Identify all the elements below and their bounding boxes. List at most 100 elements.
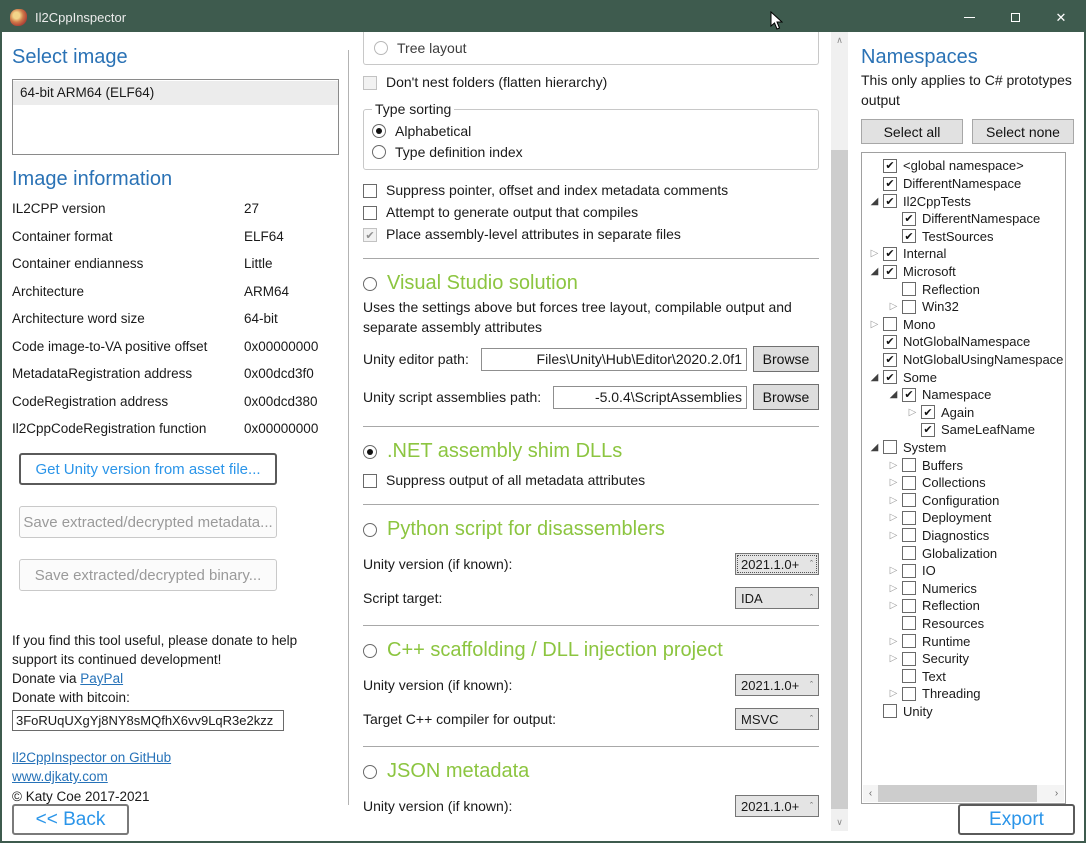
website-link[interactable]: www.djkaty.com [12,769,108,784]
scroll-down-icon[interactable]: ∨ [831,814,848,831]
namespace-tree-item[interactable]: Collections [862,474,1065,492]
namespace-tree-item[interactable]: Threading [862,685,1065,703]
tree-expander-icon[interactable] [885,600,902,611]
tree-checkbox[interactable] [902,528,916,542]
select-all-button[interactable]: Select all [861,119,963,144]
tree-checkbox[interactable] [883,265,897,279]
image-listbox[interactable]: 64-bit ARM64 (ELF64) [12,79,339,155]
tree-expander-icon[interactable] [885,565,902,576]
python-unity-version-select[interactable]: 2021.1.0+ ˆ︎ [735,553,819,575]
tree-checkbox[interactable] [902,634,916,648]
vertical-scrollbar[interactable]: ∧ ∨ [831,32,848,831]
get-unity-version-button[interactable]: Get Unity version from asset file... [19,453,277,485]
hscrollbar-thumb[interactable] [878,785,1037,802]
select-none-button[interactable]: Select none [972,119,1074,144]
tree-checkbox[interactable] [902,652,916,666]
tree-expander-icon[interactable] [885,653,902,664]
maximize-button[interactable] [992,2,1038,32]
tree-expander-icon[interactable] [885,495,902,506]
json-unity-version-select[interactable]: 2021.1.0+ ˆ︎ [735,795,819,817]
alphabetical-radio[interactable] [372,124,386,138]
bitcoin-address-input[interactable] [12,710,284,731]
tree-expander-icon[interactable] [885,389,902,400]
namespace-tree-item[interactable]: Some [862,368,1065,386]
namespace-tree-item[interactable]: System [862,439,1065,457]
namespace-tree-item[interactable]: SameLeafName [862,421,1065,439]
scroll-left-icon[interactable]: ‹ [863,788,878,799]
tree-expander-icon[interactable] [885,301,902,312]
namespace-tree-item[interactable]: Diagnostics [862,527,1065,545]
tree-checkbox[interactable] [883,353,897,367]
browse-editor-path-button[interactable]: Browse [753,346,819,372]
tree-checkbox[interactable] [883,335,897,349]
namespace-tree-item[interactable]: DifferentNamespace [862,210,1065,228]
namespace-tree-item[interactable]: Text [862,667,1065,685]
namespace-tree-item[interactable]: Deployment [862,509,1065,527]
tree-checkbox[interactable] [902,546,916,560]
minimize-button[interactable] [946,2,992,32]
save-binary-button[interactable]: Save extracted/decrypted binary... [19,559,277,591]
cpp-compiler-select[interactable]: MSVC ˆ︎ [735,708,819,730]
namespace-tree-item[interactable]: Buffers [862,456,1065,474]
tree-expander-icon[interactable] [885,688,902,699]
cpp-unity-version-select[interactable]: 2021.1.0+ ˆ︎ [735,674,819,696]
tree-checkbox[interactable] [902,669,916,683]
tree-checkbox[interactable] [902,599,916,613]
tree-expander-icon[interactable] [866,372,883,383]
namespace-tree-item[interactable]: Globalization [862,544,1065,562]
close-button[interactable]: ✕ [1038,2,1084,32]
namespace-tree-item[interactable]: Configuration [862,491,1065,509]
tree-checkbox[interactable] [902,476,916,490]
namespace-tree-item[interactable]: Internal [862,245,1065,263]
tree-checkbox[interactable] [902,616,916,630]
namespace-tree-item[interactable]: Mono [862,316,1065,334]
json-radio[interactable] [363,765,377,779]
tree-checkbox[interactable] [902,564,916,578]
suppress-metadata-attrs-checkbox[interactable] [363,474,377,488]
tree-checkbox[interactable] [883,317,897,331]
tree-checkbox[interactable] [921,405,935,419]
namespace-tree-item[interactable]: Again [862,404,1065,422]
tree-checkbox[interactable] [902,687,916,701]
dotnet-radio[interactable] [363,445,377,459]
tree-expander-icon[interactable] [885,636,902,647]
tree-checkbox[interactable] [902,282,916,296]
unity-editor-path-input[interactable]: Files\Unity\Hub\Editor\2020.2.0f1 [481,348,747,371]
tree-checkbox[interactable] [902,581,916,595]
type-definition-index-radio[interactable] [372,145,386,159]
scrollbar-thumb[interactable] [831,150,848,809]
script-assemblies-path-input[interactable]: -5.0.4\ScriptAssemblies [553,386,747,409]
tree-checkbox[interactable] [883,247,897,261]
vs-solution-radio[interactable] [363,277,377,291]
namespace-tree-item[interactable]: TestSources [862,228,1065,246]
suppress-comments-checkbox[interactable] [363,184,377,198]
tree-expander-icon[interactable] [885,460,902,471]
tree-checkbox[interactable] [883,194,897,208]
tree-checkbox[interactable] [883,159,897,173]
tree-checkbox[interactable] [902,300,916,314]
tree-checkbox[interactable] [902,388,916,402]
horizontal-scrollbar[interactable]: ‹ › [863,785,1064,802]
namespace-tree-item[interactable]: Reflection [862,597,1065,615]
save-metadata-button[interactable]: Save extracted/decrypted metadata... [19,506,277,538]
tree-checkbox[interactable] [902,229,916,243]
tree-checkbox[interactable] [921,423,935,437]
namespace-tree-item[interactable]: <global namespace> [862,157,1065,175]
tree-checkbox[interactable] [902,212,916,226]
github-link[interactable]: Il2CppInspector on GitHub [12,750,171,765]
namespace-tree-item[interactable]: Unity [862,703,1065,721]
tree-expander-icon[interactable] [885,530,902,541]
namespace-tree-item[interactable]: NotGlobalUsingNamespace [862,351,1065,369]
namespace-tree-item[interactable]: DifferentNamespace [862,175,1065,193]
compilable-output-checkbox[interactable] [363,206,377,220]
tree-expander-icon[interactable] [866,442,883,453]
tree-expander-icon[interactable] [885,583,902,594]
tree-expander-icon[interactable] [885,477,902,488]
tree-expander-icon[interactable] [866,266,883,277]
tree-checkbox[interactable] [902,458,916,472]
namespace-tree-item[interactable]: Reflection [862,280,1065,298]
script-target-select[interactable]: IDA ˆ︎ [735,587,819,609]
namespace-tree-item[interactable]: Win32 [862,298,1065,316]
namespace-tree-item[interactable]: NotGlobalNamespace [862,333,1065,351]
tree-checkbox[interactable] [883,440,897,454]
